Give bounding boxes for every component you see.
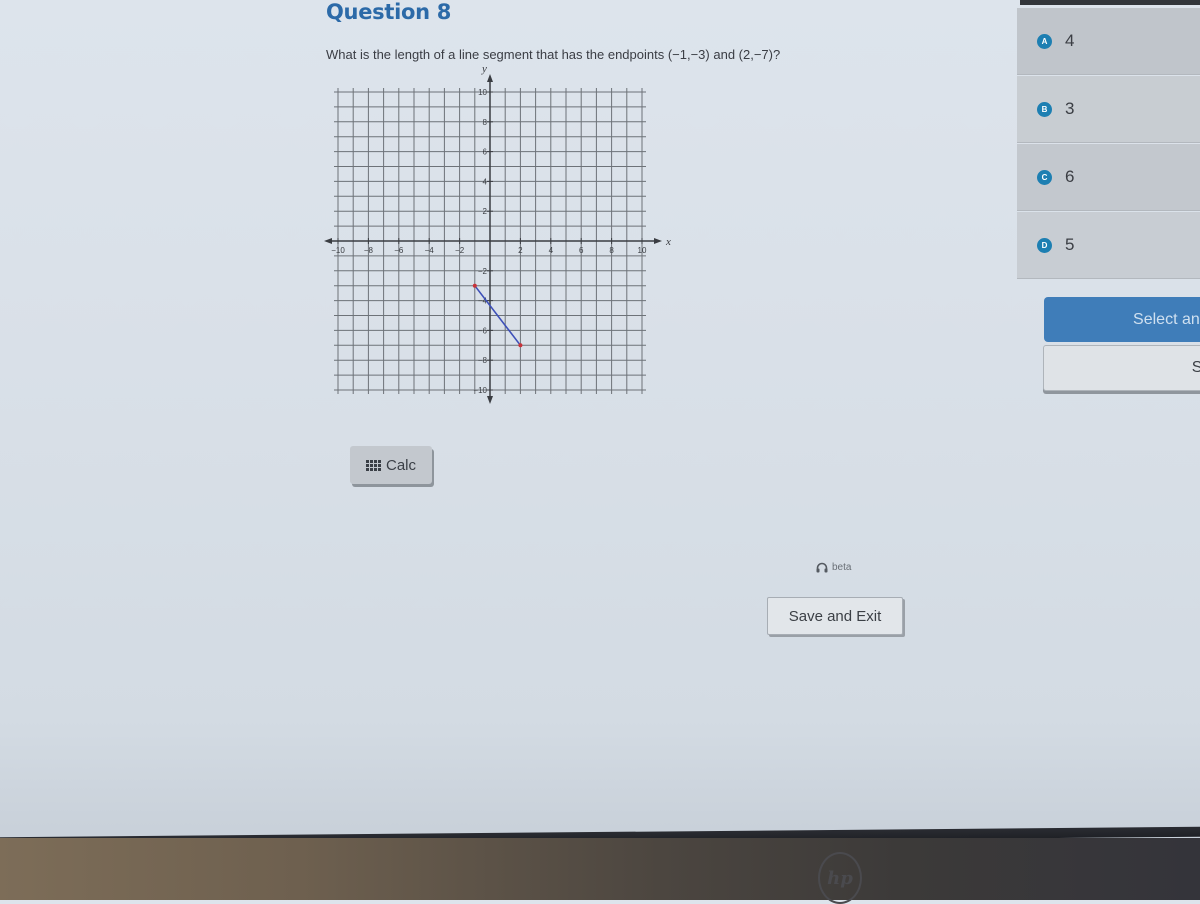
coordinate-grid: xy −10 −8 −6 −4 −2 2 4 6 8 10108642−2−4−6−8−10 (324, 63, 671, 404)
option-value: 6 (1065, 167, 1075, 186)
select-answer-button[interactable]: Select an A (1044, 297, 1200, 342)
y-tick-label: −10 (473, 386, 487, 395)
x-tick-label: −8 (364, 246, 374, 255)
x-tick-label: 4 (549, 246, 554, 255)
grid-icon (365, 459, 381, 471)
option-letter-badge: C (1037, 169, 1052, 185)
answer-option-c[interactable]: C 6 (1017, 144, 1200, 211)
y-tick-label: −6 (478, 326, 488, 335)
panel-header-strip (1020, 0, 1200, 5)
y-axis-label: y (481, 63, 487, 75)
x-axis-arrow-left (324, 238, 332, 244)
y-tick-label: 8 (483, 118, 488, 127)
y-axis-arrow-down (487, 396, 493, 404)
headphones-icon (816, 562, 828, 573)
beta-audio-button[interactable]: beta (816, 562, 851, 573)
x-tick-label: −2 (455, 246, 465, 255)
x-tick-label: 8 (609, 246, 614, 255)
answer-option-b[interactable]: B 3 (1017, 76, 1200, 143)
save-and-exit-button[interactable]: Save and Exit (767, 597, 903, 635)
y-tick-label: 4 (483, 177, 488, 186)
x-tick-label: −4 (425, 246, 435, 255)
calc-label: Calc (385, 456, 416, 474)
option-value: 4 (1065, 31, 1075, 50)
x-axis-arrow (654, 238, 662, 244)
answer-option-a[interactable]: A 4 (1017, 8, 1200, 75)
x-axis-label: x (665, 236, 671, 248)
beta-label: beta (832, 562, 852, 573)
monitor-bezel (0, 838, 1200, 900)
segment-endpoint (518, 343, 523, 348)
axes: xy (324, 63, 671, 404)
y-tick-label: 6 (483, 148, 488, 157)
y-tick-label: 10 (478, 88, 487, 97)
x-tick-label: −10 (331, 246, 345, 255)
option-letter-badge: A (1037, 33, 1052, 49)
option-value: 5 (1065, 235, 1075, 254)
x-tick-label: 10 (638, 246, 647, 255)
question-title: Question 8 (326, 0, 452, 24)
x-tick-label: 6 (579, 246, 584, 255)
option-value: 3 (1065, 99, 1075, 118)
y-tick-label: −2 (478, 267, 488, 276)
segment-endpoint (472, 283, 477, 288)
skip-button[interactable]: Ski (1043, 345, 1200, 391)
hp-logo: hp (818, 852, 862, 904)
y-tick-label: −8 (478, 356, 488, 365)
y-axis-arrow (487, 74, 493, 82)
calc-button[interactable]: Calc (350, 446, 432, 484)
x-tick-label: −6 (394, 246, 404, 255)
option-letter-badge: B (1037, 101, 1052, 117)
option-letter-badge: D (1037, 237, 1052, 253)
y-tick-label: 2 (483, 207, 488, 216)
answer-option-d[interactable]: D 5 (1017, 212, 1200, 279)
x-tick-label: 2 (518, 246, 523, 255)
